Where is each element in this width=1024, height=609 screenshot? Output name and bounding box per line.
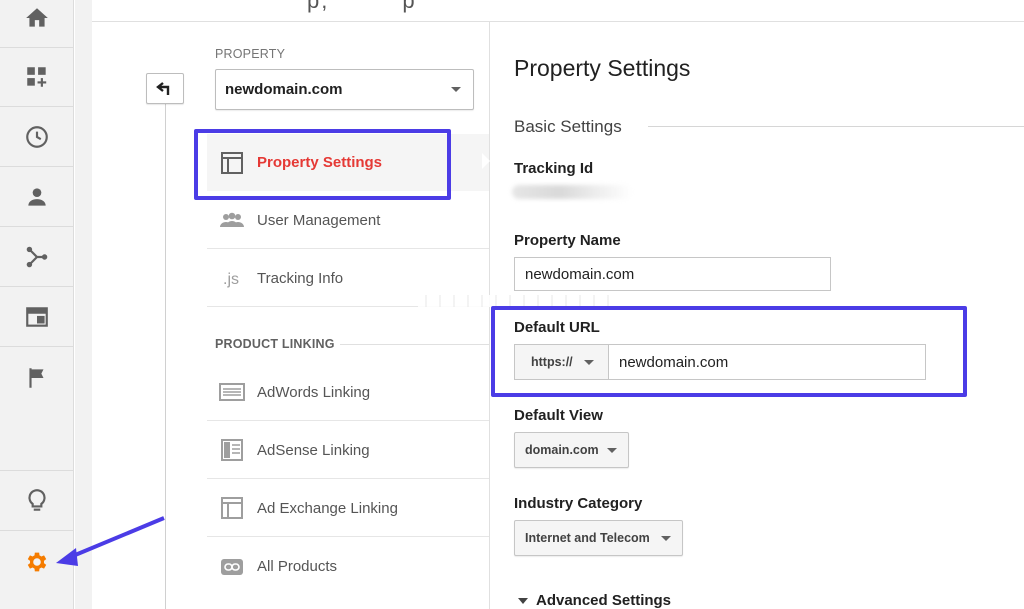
nav-item-all-products[interactable]: All Products <box>207 538 490 595</box>
basic-settings-heading: Basic Settings <box>514 117 622 136</box>
caret-down-icon <box>518 597 528 604</box>
svg-text:.js: .js <box>223 271 239 288</box>
property-section-label: PROPERTY <box>215 47 286 61</box>
nav-item-label: All Products <box>257 558 338 575</box>
section-divider <box>340 344 490 345</box>
conversions-nav-button[interactable] <box>0 348 73 407</box>
nav-item-label: Ad Exchange Linking <box>257 499 398 517</box>
nav-item-adwords-linking[interactable]: AdWords Linking <box>207 364 490 421</box>
chevron-down-icon <box>607 448 617 453</box>
property-dropdown[interactable]: newdomain.com <box>215 69 474 110</box>
page-title: Property Settings <box>514 55 691 81</box>
layout-icon <box>25 307 48 327</box>
home-icon <box>25 8 48 27</box>
tracking-id-value-blurred <box>512 185 632 199</box>
nav-item-user-management[interactable]: User Management <box>207 192 490 249</box>
nav-item-label: User Management <box>257 211 381 229</box>
property-dropdown-value: newdomain.com <box>225 81 343 98</box>
section-divider <box>648 126 1024 127</box>
adsense-icon <box>221 439 243 461</box>
dashboard-add-icon <box>26 67 46 87</box>
nav-item-label: AdSense Linking <box>257 441 370 459</box>
default-view-dropdown[interactable]: domain.com <box>514 432 629 468</box>
share-icon <box>26 246 47 268</box>
people-icon <box>220 212 244 227</box>
link-icon <box>221 558 243 575</box>
clock-icon <box>25 126 48 148</box>
adwords-icon <box>219 383 245 401</box>
highlight-box-property-settings <box>194 129 451 200</box>
realtime-nav-button[interactable] <box>0 108 73 167</box>
rail-spacer <box>0 414 73 471</box>
flag-icon <box>28 367 43 388</box>
industry-category-dropdown[interactable]: Internet and Telecom <box>514 520 683 556</box>
property-name-label: Property Name <box>514 232 621 249</box>
annotation-arrow-icon <box>56 516 165 566</box>
home-nav-button[interactable] <box>0 0 73 48</box>
ad-exchange-icon <box>221 497 243 519</box>
industry-category-label: Industry Category <box>514 495 643 512</box>
gear-icon <box>27 552 46 571</box>
person-icon <box>27 188 46 206</box>
tracking-id-label: Tracking Id <box>514 160 594 177</box>
advanced-settings-label: Advanced Settings <box>536 592 672 609</box>
chevron-down-icon <box>451 87 461 92</box>
active-pointer <box>482 153 490 169</box>
advanced-settings-toggle[interactable]: Advanced Settings <box>518 592 671 609</box>
chevron-down-icon <box>661 536 671 541</box>
default-view-value: domain.com <box>525 443 599 457</box>
nav-item-ad-exchange-linking[interactable]: Ad Exchange Linking <box>207 480 490 537</box>
acquisition-nav-button[interactable] <box>0 228 73 287</box>
back-button[interactable] <box>146 73 184 104</box>
property-name-input[interactable]: newdomain.com <box>514 257 831 291</box>
js-icon: .js <box>223 271 239 288</box>
nav-item-label: AdWords Linking <box>257 383 371 401</box>
lightbulb-icon <box>27 489 46 511</box>
behavior-nav-button[interactable] <box>0 288 73 347</box>
highlight-box-default-url <box>491 306 967 397</box>
customization-nav-button[interactable] <box>0 48 73 107</box>
nav-item-adsense-linking[interactable]: AdSense Linking <box>207 422 490 479</box>
nav-item-label: Tracking Info <box>257 269 344 287</box>
default-view-label: Default View <box>514 407 603 424</box>
product-linking-section-label: PRODUCT LINKING <box>215 337 335 351</box>
audience-nav-button[interactable] <box>0 168 73 227</box>
back-arrow-icon <box>156 81 170 95</box>
industry-category-value: Internet and Telecom <box>525 531 650 545</box>
